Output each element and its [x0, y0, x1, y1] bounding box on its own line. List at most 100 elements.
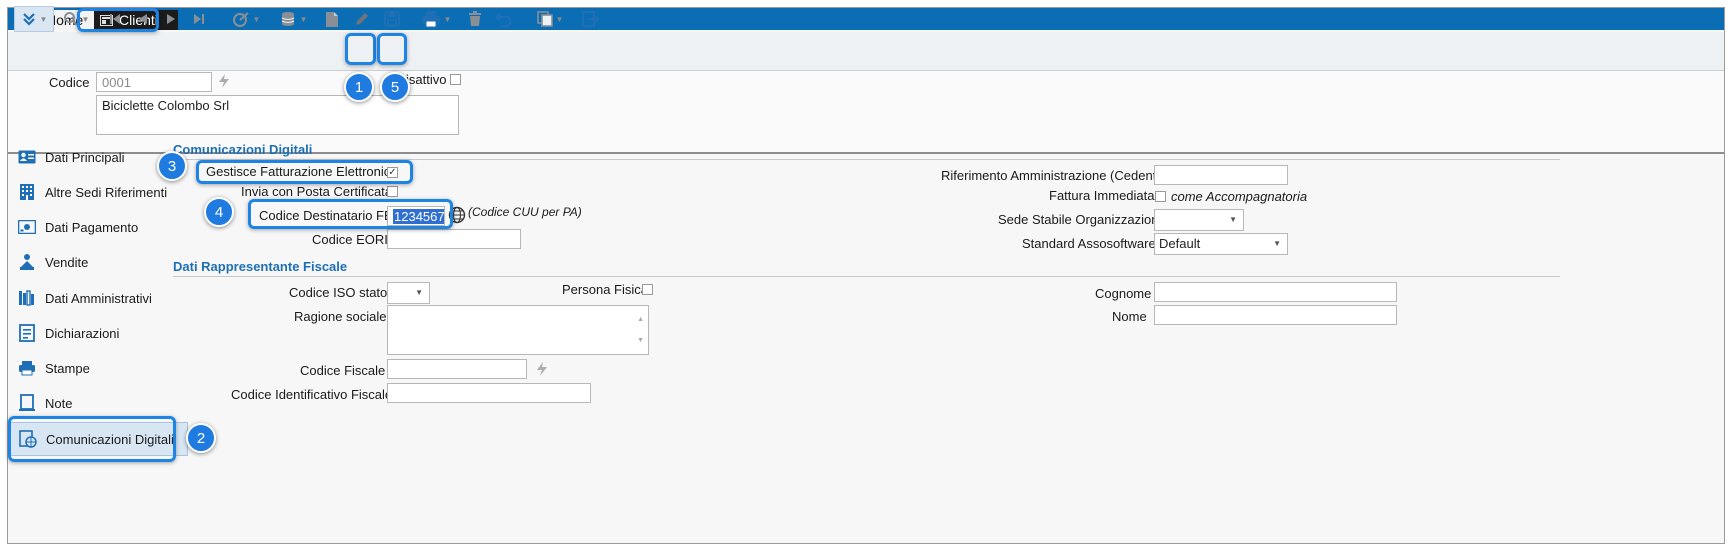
cuu-note: (Codice CUU per PA)	[468, 205, 582, 219]
disattivo-checkbox[interactable]	[450, 74, 461, 85]
wizard-button[interactable]: ▼	[226, 6, 266, 32]
sidebar-item-label: Altre Sedi Riferimenti	[45, 184, 168, 200]
lightning-icon[interactable]	[218, 73, 230, 92]
sidebar-item-label: Dichiarazioni	[45, 325, 120, 341]
books-icon	[18, 289, 36, 307]
callout-badge: 1	[344, 72, 374, 102]
section-title-rappresentante: Dati Rappresentante Fiscale	[173, 259, 348, 274]
save-button[interactable]	[380, 6, 404, 32]
sede-stabile-label: Sede Stabile Organizzazione	[998, 212, 1166, 227]
sidebar-item-label: Vendite	[45, 254, 89, 270]
exit-icon	[582, 11, 599, 27]
nome-input[interactable]	[1154, 305, 1397, 325]
standard-value: Default	[1159, 236, 1201, 251]
sede-stabile-select[interactable]: ▼	[1154, 209, 1244, 231]
undo-icon	[495, 13, 512, 27]
save-icon	[384, 11, 400, 27]
iso-stato-select[interactable]: ▼	[387, 282, 430, 304]
sidebar-item-altre-sedi[interactable]: Altre Sedi Riferimenti	[10, 175, 188, 209]
note-icon	[18, 394, 36, 412]
chevron-down-icon: ▼	[1229, 215, 1237, 224]
ragione-sociale-label: Ragione sociale	[294, 309, 387, 324]
lightning-icon[interactable]	[536, 361, 548, 380]
last-icon	[194, 14, 204, 24]
callout-highlight-edit	[345, 33, 376, 65]
callout-badge: 5	[380, 72, 410, 102]
sales-icon	[18, 253, 36, 271]
new-document-icon	[326, 11, 338, 27]
scroll-up-icon[interactable]: ▲	[637, 316, 644, 323]
next-record-button[interactable]	[160, 6, 182, 32]
sidebar-item-stampe[interactable]: Stampe	[10, 351, 188, 385]
database-icon	[281, 12, 294, 26]
callout-highlight-gestisce	[196, 160, 413, 184]
fattura-immediata-label: Fattura Immediata	[1049, 188, 1155, 203]
callout-badge: 2	[186, 423, 216, 453]
sidebar-item-label: Dati Principali	[45, 149, 125, 165]
new-document-button[interactable]	[320, 6, 344, 32]
section-title-comunicazioni: Comunicazioni Digitali	[173, 142, 313, 157]
edit-icon	[356, 13, 368, 25]
print-button[interactable]: ▼	[416, 6, 456, 32]
codice-fiscale-label: Codice Fiscale	[300, 363, 386, 378]
callout-highlight-sidebar	[8, 416, 176, 462]
sidebar-item-label: Note	[45, 395, 73, 411]
payment-icon	[18, 218, 36, 236]
callout-badge: 4	[204, 197, 234, 227]
delete-icon	[469, 11, 481, 26]
copy-button[interactable]: ▼	[530, 6, 570, 32]
last-record-button[interactable]	[188, 6, 210, 32]
standard-select[interactable]: Default ▼	[1154, 233, 1288, 255]
sidebar-item-label: Dati Amministrativi	[45, 290, 152, 306]
persona-fisica-label: Persona Fisica	[562, 282, 648, 297]
codice-fiscale-input[interactable]	[387, 359, 527, 379]
sidebar-item-dati-amministrativi[interactable]: Dati Amministrativi	[10, 281, 188, 315]
wand-icon	[232, 12, 249, 27]
sidebar-item-dati-pagamento[interactable]: Dati Pagamento	[10, 210, 188, 244]
expand-button[interactable]: ▼	[14, 6, 54, 32]
building-icon	[18, 183, 36, 201]
nome-label: Nome	[1112, 309, 1147, 324]
codice-identificativo-label: Codice Identificativo Fiscale	[231, 387, 393, 402]
declaration-icon	[18, 324, 36, 342]
sidebar-item-note[interactable]: Note	[10, 386, 188, 420]
expand-icon	[22, 13, 35, 26]
database-button[interactable]: ▼	[274, 6, 314, 32]
print-icon	[421, 11, 440, 28]
sidebar-item-label: Stampe	[45, 360, 90, 376]
exit-button[interactable]	[578, 6, 602, 32]
copy-icon	[536, 11, 553, 27]
persona-fisica-checkbox[interactable]	[642, 284, 653, 295]
pec-checkbox[interactable]	[387, 186, 398, 197]
callout-highlight-clienti-tab	[77, 8, 159, 32]
printer-icon	[18, 359, 36, 377]
sidebar-item-vendite[interactable]: Vendite	[10, 245, 188, 279]
codice-label: Codice	[49, 75, 90, 90]
standard-label: Standard Assosoftware	[1022, 236, 1156, 251]
fattura-immediata-checkbox[interactable]	[1155, 191, 1166, 202]
disattivo-label: isattivo	[406, 72, 447, 87]
eori-label: Codice EORI	[312, 232, 388, 247]
scroll-down-icon[interactable]: ▼	[637, 337, 644, 344]
next-icon	[167, 14, 175, 24]
ragione-sociale-textarea[interactable]: Biciclette Colombo Srl	[96, 95, 459, 135]
ragione-sociale-rf-textarea[interactable]: ▲ ▼	[387, 305, 649, 355]
riferimento-input[interactable]	[1154, 165, 1288, 185]
contact-card-icon	[18, 148, 36, 166]
codice-identificativo-input[interactable]	[387, 383, 591, 403]
callout-highlight-codice-destinatario	[248, 199, 453, 229]
callout-badge: 3	[157, 151, 187, 181]
riferimento-label: Riferimento Amministrazione (Cedente)	[941, 168, 1168, 183]
pec-label: Invia con Posta Certificata	[241, 184, 393, 199]
toolbar	[8, 32, 1724, 71]
eori-input[interactable]	[387, 229, 521, 249]
edit-button[interactable]	[350, 6, 374, 32]
cognome-input[interactable]	[1154, 282, 1397, 302]
cognome-label: Cognome	[1095, 286, 1152, 301]
codice-input[interactable]: 0001	[96, 72, 212, 92]
undo-button[interactable]	[492, 6, 516, 32]
delete-button[interactable]	[464, 6, 486, 32]
section-divider	[173, 276, 1560, 277]
sidebar-item-label: Dati Pagamento	[45, 219, 139, 235]
sidebar-item-dichiarazioni[interactable]: Dichiarazioni	[10, 316, 188, 350]
